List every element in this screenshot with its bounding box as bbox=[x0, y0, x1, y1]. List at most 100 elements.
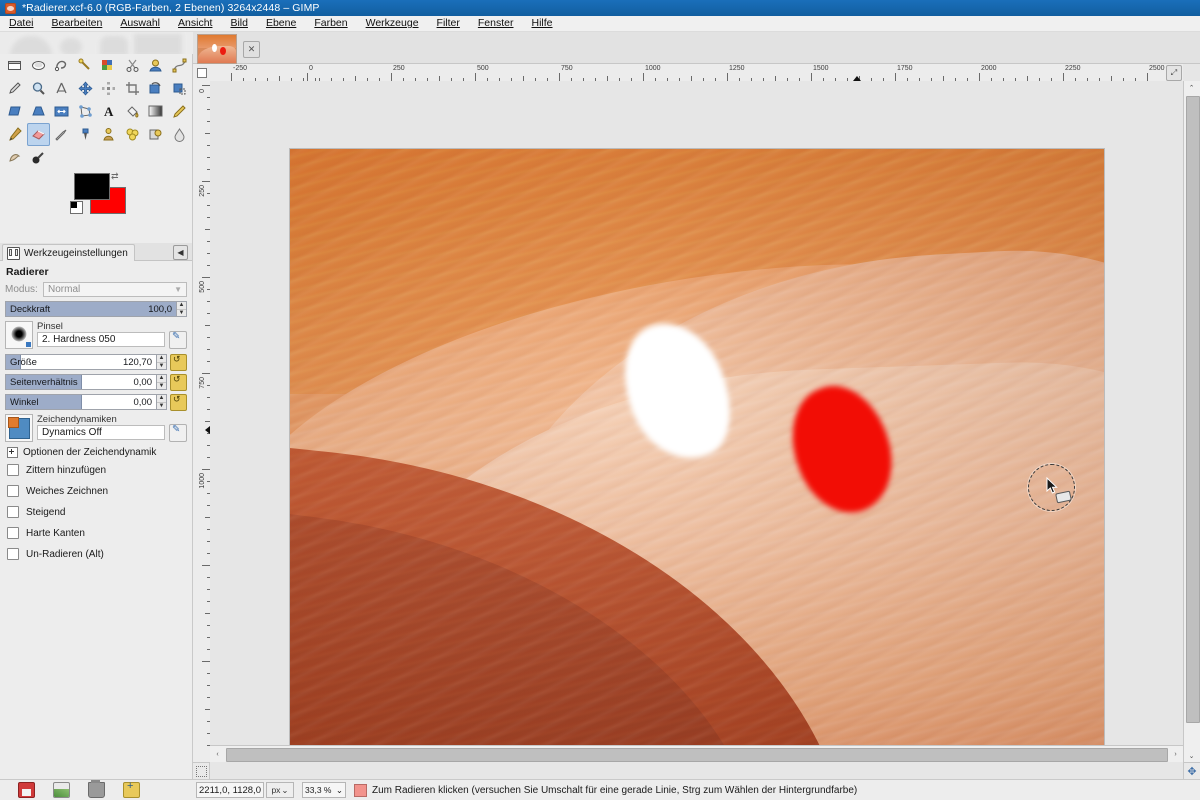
angle-slider[interactable]: Winkel 0,00 bbox=[5, 394, 157, 410]
foreground-color-swatch[interactable] bbox=[74, 173, 110, 200]
menu-hilfe[interactable]: Hilfe bbox=[523, 16, 562, 31]
menu-werkzeuge[interactable]: Werkzeuge bbox=[357, 16, 428, 31]
opacity-up-icon[interactable]: ▲ bbox=[177, 302, 186, 310]
blur-sharpen-icon[interactable] bbox=[168, 123, 192, 146]
angle-down-icon[interactable]: ▼ bbox=[157, 403, 166, 410]
reset-colors-icon[interactable] bbox=[70, 201, 83, 214]
cage-transform-icon[interactable] bbox=[74, 100, 98, 123]
save-tool-options-button[interactable] bbox=[18, 782, 35, 798]
opacity-down-icon[interactable]: ▼ bbox=[177, 310, 186, 317]
zoom-fit-button[interactable]: ⤢ bbox=[1166, 65, 1182, 81]
close-icon[interactable]: ✕ bbox=[243, 41, 260, 58]
rectangle-select-icon[interactable] bbox=[3, 54, 27, 77]
measure-icon[interactable] bbox=[50, 77, 74, 100]
smudge-icon[interactable] bbox=[3, 146, 27, 169]
scroll-down-button[interactable]: ⌄ bbox=[1184, 749, 1199, 762]
menu-ebene[interactable]: Ebene bbox=[257, 16, 305, 31]
navigation-button[interactable]: ✥ bbox=[1183, 762, 1200, 779]
dynamics-preview[interactable] bbox=[5, 414, 33, 442]
menu-bearbeiten[interactable]: Bearbeiten bbox=[43, 16, 112, 31]
smooth-stroke-checkbox[interactable] bbox=[7, 485, 19, 497]
foreground-select-icon[interactable] bbox=[144, 54, 168, 77]
horizontal-ruler[interactable]: -250 0 250 500 750 1000 1250 1500 1750 2… bbox=[210, 64, 1183, 82]
fuzzy-select-icon[interactable] bbox=[74, 54, 98, 77]
reset-tool-options-button[interactable] bbox=[123, 780, 140, 798]
size-down-icon[interactable]: ▼ bbox=[157, 363, 166, 370]
delete-tool-options-button[interactable] bbox=[88, 780, 105, 798]
checkbox-hard-edge[interactable]: Harte Kanten bbox=[7, 527, 187, 539]
brush-value[interactable]: 2. Hardness 050 bbox=[37, 332, 165, 347]
menu-datei[interactable]: Datei bbox=[0, 16, 43, 31]
size-row[interactable]: Größe 120,70 ▲ ▼ bbox=[5, 353, 187, 371]
brush-preview[interactable] bbox=[5, 321, 33, 349]
paintbrush-icon[interactable] bbox=[3, 123, 27, 146]
vertical-scrollbar[interactable]: ⌃ ⌄ bbox=[1183, 81, 1200, 762]
scroll-up-button[interactable]: ⌃ bbox=[1184, 81, 1199, 94]
menu-filter[interactable]: Filter bbox=[428, 16, 469, 31]
move-icon[interactable] bbox=[74, 77, 98, 100]
ruler-corner[interactable] bbox=[193, 64, 211, 82]
heal-icon[interactable] bbox=[121, 123, 145, 146]
aspect-ratio-reset-button[interactable] bbox=[170, 373, 187, 391]
aspect-up-icon[interactable]: ▲ bbox=[157, 375, 166, 383]
ink-icon[interactable] bbox=[74, 123, 98, 146]
incremental-checkbox[interactable] bbox=[7, 506, 19, 518]
image-canvas[interactable] bbox=[290, 149, 1104, 762]
airbrush-icon[interactable] bbox=[50, 123, 74, 146]
menu-auswahl[interactable]: Auswahl bbox=[111, 16, 169, 31]
horizontal-scroll-thumb[interactable] bbox=[226, 748, 1168, 762]
edit-brush-button[interactable] bbox=[169, 331, 187, 349]
select-by-color-icon[interactable] bbox=[97, 54, 121, 77]
pointer-position[interactable]: 2211,0, 1128,0 bbox=[196, 782, 264, 798]
aspect-ratio-slider[interactable]: Seitenverhältnis 0,00 bbox=[5, 374, 157, 390]
scroll-right-button[interactable]: › bbox=[1168, 748, 1183, 761]
anti-erase-checkbox[interactable] bbox=[7, 548, 19, 560]
size-reset-button[interactable] bbox=[170, 353, 187, 371]
angle-reset-button[interactable] bbox=[170, 393, 187, 411]
restore-tool-options-button[interactable] bbox=[53, 782, 70, 798]
scroll-left-button[interactable]: ‹ bbox=[210, 748, 225, 761]
checkbox-anti-erase[interactable]: Un-Radieren (Alt) bbox=[7, 548, 187, 560]
swap-colors-icon[interactable]: ⇄ bbox=[111, 171, 123, 181]
eraser-icon[interactable] bbox=[26, 123, 50, 146]
opacity-slider[interactable]: Deckkraft 100,0 bbox=[5, 301, 177, 317]
vertical-scroll-thumb[interactable] bbox=[1186, 96, 1200, 723]
angle-up-icon[interactable]: ▲ bbox=[157, 395, 166, 403]
image-tab-thumbnail[interactable] bbox=[197, 34, 237, 64]
free-select-icon[interactable] bbox=[50, 54, 74, 77]
canvas-viewport[interactable] bbox=[210, 81, 1183, 762]
opacity-stepper[interactable]: ▲ ▼ bbox=[177, 301, 187, 317]
menu-bild[interactable]: Bild bbox=[221, 16, 257, 31]
ellipse-select-icon[interactable] bbox=[27, 54, 51, 77]
pencil-icon[interactable] bbox=[168, 100, 192, 123]
dynamics-options-expander[interactable]: Optionen der Zeichendynamik bbox=[7, 447, 187, 458]
text-icon[interactable]: A bbox=[97, 100, 121, 123]
perspective-clone-icon[interactable] bbox=[144, 123, 168, 146]
blend-gradient-icon[interactable] bbox=[144, 100, 168, 123]
bucket-fill-icon[interactable] bbox=[121, 100, 145, 123]
size-slider[interactable]: Größe 120,70 bbox=[5, 354, 157, 370]
dodge-burn-icon[interactable] bbox=[27, 146, 51, 169]
angle-stepper[interactable]: ▲ ▼ bbox=[157, 394, 167, 410]
aspect-ratio-row[interactable]: Seitenverhältnis 0,00 ▲ ▼ bbox=[5, 373, 187, 391]
opacity-row[interactable]: Deckkraft 100,0 ▲ ▼ bbox=[5, 301, 187, 317]
menu-fenster[interactable]: Fenster bbox=[469, 16, 523, 31]
quick-mask-button[interactable] bbox=[193, 762, 210, 779]
flip-icon[interactable] bbox=[50, 100, 74, 123]
perspective-icon[interactable] bbox=[27, 100, 51, 123]
clone-icon[interactable] bbox=[97, 123, 121, 146]
checkbox-incremental[interactable]: Steigend bbox=[7, 506, 187, 518]
scale-icon[interactable] bbox=[168, 77, 192, 100]
aspect-ratio-stepper[interactable]: ▲ ▼ bbox=[157, 374, 167, 390]
unit-combo[interactable]: px ⌄ bbox=[266, 782, 294, 798]
jitter-checkbox[interactable] bbox=[7, 464, 19, 476]
paths-icon[interactable] bbox=[168, 54, 192, 77]
rotate-icon[interactable] bbox=[144, 77, 168, 100]
color-picker-icon[interactable] bbox=[3, 77, 27, 100]
aspect-down-icon[interactable]: ▼ bbox=[157, 383, 166, 390]
checkbox-smooth-stroke[interactable]: Weiches Zeichnen bbox=[7, 485, 187, 497]
menu-ansicht[interactable]: Ansicht bbox=[169, 16, 221, 31]
size-stepper[interactable]: ▲ ▼ bbox=[157, 354, 167, 370]
menu-farben[interactable]: Farben bbox=[305, 16, 356, 31]
alignment-icon[interactable] bbox=[97, 77, 121, 100]
